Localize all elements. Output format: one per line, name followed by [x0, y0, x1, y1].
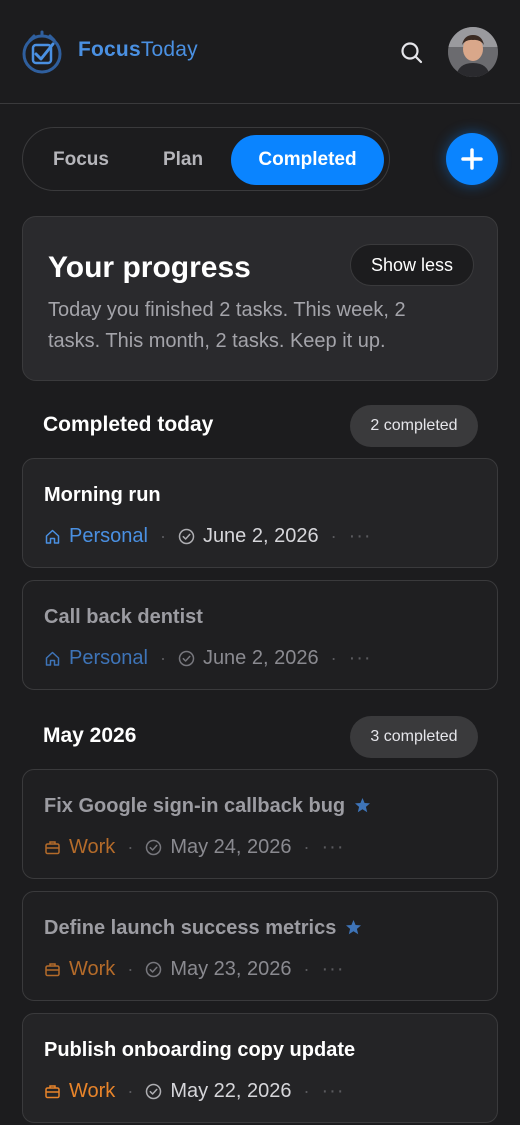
add-task-button[interactable]: [446, 133, 498, 185]
task-meta: Work · May 22, 2026 · ···: [44, 1078, 345, 1104]
task-completed-date: June 2, 2026: [202, 524, 319, 547]
task-card[interactable]: Morning run Personal · June 2, 2026 · ··…: [22, 458, 498, 568]
home-icon: [45, 529, 60, 544]
task-title: Fix Google sign-in callback bug: [44, 795, 371, 818]
briefcase-icon: [45, 962, 60, 976]
task-category: Work: [69, 1079, 116, 1102]
app-header: FocusToday: [0, 0, 520, 104]
task-completed-date: May 24, 2026: [170, 835, 292, 858]
completed-count-badge: 3 completed: [350, 716, 478, 758]
task-card[interactable]: Define launch success metrics Work · May…: [22, 891, 498, 1001]
more-options-icon[interactable]: ···: [349, 647, 372, 670]
separator: ·: [330, 647, 337, 668]
section-title-may-2026: May 2026: [43, 724, 137, 747]
task-title-text: Define launch success metrics: [44, 917, 337, 939]
task-card[interactable]: Call back dentist Personal · June 2, 202…: [22, 580, 498, 690]
separator: ·: [330, 525, 337, 546]
task-meta: Personal · June 2, 2026 · ···: [44, 523, 372, 549]
plus-icon: [461, 148, 483, 170]
user-avatar[interactable]: [448, 27, 498, 77]
briefcase-icon: [45, 1084, 60, 1098]
view-tabs: Focus Plan Completed: [22, 127, 390, 191]
check-circle-icon: [146, 1083, 162, 1099]
task-completed-date: June 2, 2026: [202, 646, 319, 669]
progress-card: Your progress Show less Today you finish…: [22, 216, 498, 381]
task-category: Personal: [69, 524, 148, 547]
task-title: Define launch success metrics: [44, 917, 362, 940]
completed-count-badge: 2 completed: [350, 405, 478, 447]
progress-title: Your progress: [48, 251, 251, 284]
avatar-image: [448, 27, 498, 77]
separator: ·: [159, 647, 166, 668]
task-title: Call back dentist: [44, 606, 203, 628]
task-category: Work: [69, 835, 116, 858]
star-icon: [346, 920, 362, 935]
separator: ·: [127, 1080, 134, 1101]
app-brand: FocusToday: [78, 38, 198, 62]
star-icon: [355, 798, 371, 813]
task-card[interactable]: Publish onboarding copy update Work · Ma…: [22, 1013, 498, 1123]
separator: ·: [127, 836, 134, 857]
briefcase-icon: [45, 840, 60, 854]
task-title: Publish onboarding copy update: [44, 1039, 356, 1061]
search-icon[interactable]: [399, 40, 425, 66]
section-title-completed-today: Completed today: [43, 413, 214, 436]
check-circle-icon: [146, 961, 162, 977]
more-options-icon[interactable]: ···: [322, 958, 345, 981]
tab-focus[interactable]: Focus: [37, 135, 125, 185]
focus-today-logo-icon: [22, 30, 62, 74]
check-circle-icon: [146, 839, 162, 855]
separator: ·: [303, 1080, 310, 1101]
task-title-text: Fix Google sign-in callback bug: [44, 795, 346, 817]
more-options-icon[interactable]: ···: [349, 525, 372, 548]
more-options-icon[interactable]: ···: [322, 836, 345, 859]
show-less-button[interactable]: Show less: [350, 244, 474, 286]
separator: ·: [303, 958, 310, 979]
brand-name-light: Today: [140, 38, 198, 61]
task-category: Personal: [69, 646, 148, 669]
home-icon: [45, 651, 60, 666]
task-meta: Work · May 23, 2026 · ···: [44, 956, 345, 982]
separator: ·: [303, 836, 310, 857]
separator: ·: [159, 525, 166, 546]
tab-completed[interactable]: Completed: [231, 135, 384, 185]
task-meta: Work · May 24, 2026 · ···: [44, 834, 345, 860]
task-category: Work: [69, 957, 116, 980]
more-options-icon[interactable]: ···: [322, 1080, 345, 1103]
progress-summary: Today you finished 2 tasks. This week, 2…: [48, 299, 406, 352]
check-circle-icon: [178, 650, 195, 666]
task-meta: Personal · June 2, 2026 · ···: [44, 645, 372, 671]
tab-plan[interactable]: Plan: [137, 135, 229, 185]
task-card[interactable]: Fix Google sign-in callback bug Work · M…: [22, 769, 498, 879]
brand-name-bold: Focus: [78, 38, 141, 61]
task-completed-date: May 23, 2026: [170, 957, 292, 980]
task-title: Morning run: [44, 484, 161, 506]
separator: ·: [127, 958, 134, 979]
check-circle-icon: [178, 528, 195, 544]
task-completed-date: May 22, 2026: [170, 1079, 292, 1102]
